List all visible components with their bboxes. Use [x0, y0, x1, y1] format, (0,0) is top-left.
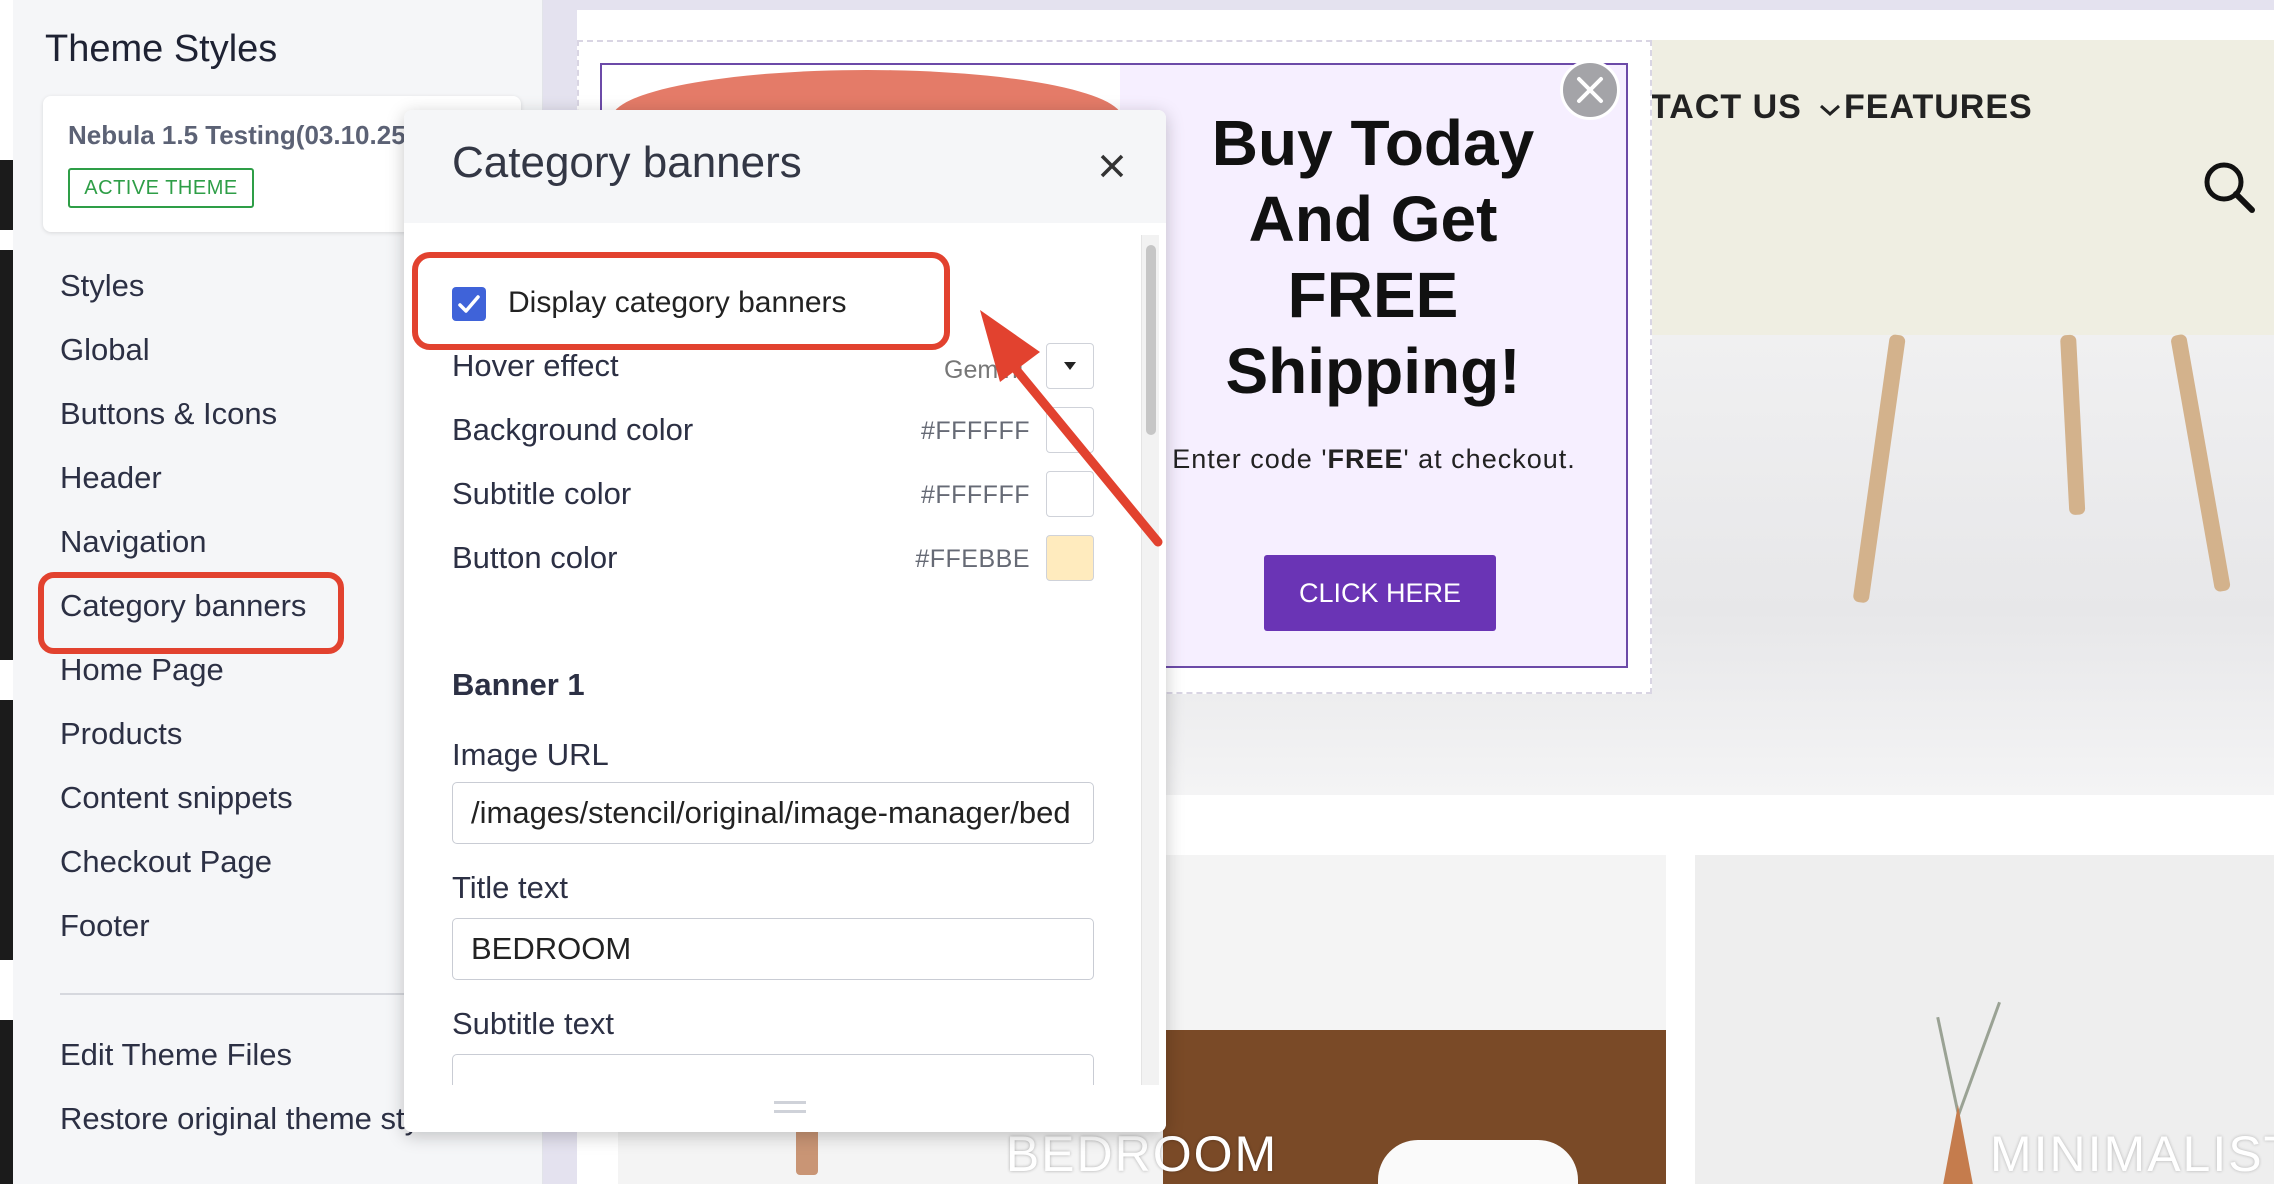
chair-leg [2060, 334, 2086, 516]
active-theme-badge: ACTIVE THEME [68, 168, 254, 208]
subtitle-text-label: Subtitle text [452, 1006, 614, 1041]
background-color-hex: #FFFFFF [920, 417, 1030, 445]
sidebar-item-footer[interactable]: Footer [60, 908, 150, 944]
sidebar-item-content-snippets[interactable]: Content snippets [60, 780, 293, 816]
click-here-button[interactable]: CLICK HERE [1264, 555, 1496, 631]
sidebar-item-restore-theme[interactable]: Restore original theme sty [60, 1101, 420, 1137]
hover-effect-value: Gemini [944, 356, 1024, 384]
search-icon[interactable] [2200, 158, 2258, 216]
promo-text-before: Enter code ' [1172, 444, 1328, 474]
background-color-label: Background color [452, 412, 694, 447]
nav-contact-us-label: TACT US [1650, 88, 1802, 126]
category-banners-highlight-box [38, 572, 344, 654]
promo-heading-line: And Get [1248, 183, 1498, 255]
panel-title: Category banners [452, 138, 802, 187]
promo-code: FREE [1327, 444, 1404, 474]
promo-text-after: ' at checkout. [1403, 444, 1576, 474]
promo-heading-line: FREE [1287, 259, 1459, 331]
promo-heading-line: Shipping! [1225, 335, 1521, 407]
sidebar-item-global[interactable]: Global [60, 332, 150, 368]
chair-leg [2170, 333, 2232, 593]
subtitle-color-label: Subtitle color [452, 476, 632, 511]
background-color-swatch[interactable] [1046, 407, 1094, 453]
category-label-minimalist: MINIMALISTI [1990, 1126, 2274, 1182]
button-color-hex: #FFEBBE [915, 545, 1030, 573]
window-edge-strip [0, 160, 13, 230]
popup-close-button[interactable] [1560, 60, 1620, 120]
window-edge-strip [0, 700, 13, 960]
nav-features[interactable]: FEATURES [1844, 88, 2033, 127]
button-color-label: Button color [452, 540, 618, 575]
hover-effect-label: Hover effect [452, 348, 619, 383]
button-color-swatch[interactable] [1046, 535, 1094, 581]
promo-heading-line: Buy Today [1211, 107, 1535, 179]
dropdown-arrow-icon [1064, 362, 1076, 370]
promo-text: Enter code 'FREE' at checkout. [1160, 441, 1588, 478]
category-banners-panel: Category banners Display category banner… [404, 110, 1166, 1132]
promo-heading: Buy Today And Get FREE Shipping! [1120, 105, 1626, 409]
sidebar-item-products[interactable]: Products [60, 716, 182, 752]
panel-close-button[interactable] [1092, 146, 1132, 186]
banner-1-section-title: Banner 1 [452, 667, 585, 702]
display-banners-highlight-box [412, 252, 950, 350]
promo-popup: Buy Today And Get FREE Shipping! Enter c… [1120, 63, 1628, 668]
theme-name: Nebula 1.5 Testing(03.10.25) [68, 120, 415, 150]
plant-stem [1957, 1001, 2001, 1116]
sidebar-item-header[interactable]: Header [60, 460, 162, 496]
sidebar-item-buttons-icons[interactable]: Buttons & Icons [60, 396, 277, 432]
title-text-input[interactable] [452, 918, 1094, 980]
sidebar-item-styles[interactable]: Styles [60, 268, 144, 304]
category-label-bedroom: BEDROOM [1005, 1126, 1279, 1182]
title-text-label: Title text [452, 870, 568, 905]
window-edge-strip [0, 1020, 13, 1184]
window-edge-strip [0, 250, 13, 660]
vase-image [1943, 1105, 1973, 1184]
close-icon [1100, 154, 1124, 178]
category-card-minimalist[interactable]: MINIMALISTI [1695, 855, 2274, 1184]
subtitle-color-swatch[interactable] [1046, 471, 1094, 517]
image-url-label: Image URL [452, 737, 609, 772]
sidebar-item-edit-theme-files[interactable]: Edit Theme Files [60, 1037, 292, 1073]
subtitle-color-hex: #FFFFFF [920, 481, 1030, 509]
panel-scrollbar-thumb[interactable] [1146, 245, 1156, 435]
sidebar-title: Theme Styles [45, 28, 278, 70]
sidebar-item-checkout-page[interactable]: Checkout Page [60, 844, 272, 880]
nav-contact-us[interactable]: TACT US [1650, 88, 1842, 127]
hover-effect-dropdown[interactable] [1046, 343, 1094, 389]
popup-close-icon [1577, 77, 1603, 103]
sidebar-item-home-page[interactable]: Home Page [60, 652, 224, 688]
panel-resize-handle[interactable] [774, 1101, 806, 1113]
plant-stem [1936, 1016, 1960, 1116]
chevron-down-icon [1820, 104, 1841, 117]
image-url-input[interactable] [452, 782, 1094, 844]
chair-leg [1852, 333, 1906, 604]
sidebar-item-navigation[interactable]: Navigation [60, 524, 206, 560]
panel-header: Category banners [404, 110, 1166, 223]
